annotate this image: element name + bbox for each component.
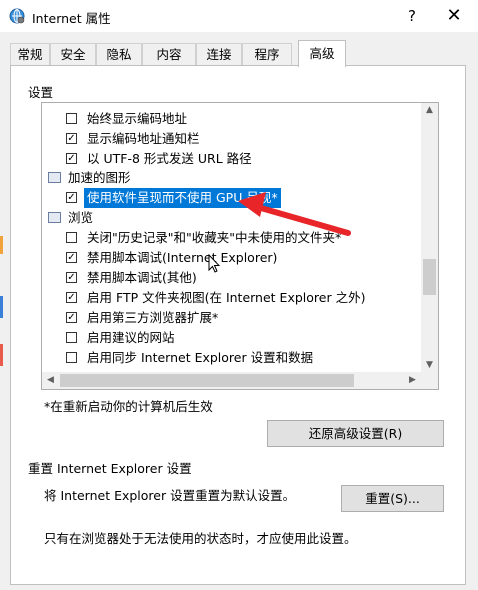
- edge-strip: [0, 296, 3, 318]
- tab-general[interactable]: 常规: [10, 43, 50, 66]
- vertical-scroll-thumb[interactable]: [423, 259, 436, 295]
- settings-label: 设置: [28, 85, 54, 100]
- tab-advanced[interactable]: 高级: [298, 40, 346, 67]
- checkbox-unchecked[interactable]: [66, 232, 77, 243]
- scroll-up-icon[interactable]: ▲: [421, 105, 438, 115]
- tab-security[interactable]: 安全: [50, 43, 96, 66]
- scroll-down-icon[interactable]: ▼: [421, 360, 438, 370]
- category-icon: [48, 172, 61, 183]
- checkbox-checked[interactable]: ✓: [66, 312, 77, 323]
- help-button[interactable]: ?: [400, 4, 424, 28]
- checkbox-checked[interactable]: ✓: [66, 252, 77, 263]
- tab-privacy[interactable]: 隐私: [96, 43, 142, 66]
- mouse-cursor-icon: [208, 254, 220, 273]
- reset-group-label: 重置 Internet Explorer 设置: [28, 461, 192, 476]
- category-icon: [48, 212, 61, 223]
- tab-programs[interactable]: 程序: [242, 43, 292, 66]
- edge-strip: [0, 344, 3, 366]
- checkbox-unchecked[interactable]: [66, 332, 77, 343]
- checkbox-checked[interactable]: ✓: [66, 272, 77, 283]
- settings-tree[interactable]: 始终显示编码地址 ✓ 显示编码地址通知栏 ✓ 以 UTF-8 形式发送 URL …: [41, 102, 439, 390]
- window-title: Internet 属性: [32, 11, 111, 26]
- scroll-left-icon[interactable]: ◀: [42, 375, 59, 385]
- close-button[interactable]: ✕: [440, 4, 468, 28]
- tab-content[interactable]: 内容: [142, 43, 196, 66]
- reset-button[interactable]: 重置(S)...: [341, 485, 444, 512]
- checkbox-checked[interactable]: ✓: [66, 192, 77, 203]
- checkbox-checked[interactable]: ✓: [66, 133, 77, 144]
- reset-warning: 只有在浏览器处于无法使用的状态时，才应使用此设置。: [44, 531, 357, 546]
- horizontal-scrollbar[interactable]: ◀ ▶: [42, 372, 421, 389]
- checkbox-unchecked[interactable]: [66, 113, 77, 124]
- scroll-corner: [421, 372, 438, 389]
- checkbox-checked[interactable]: ✓: [66, 292, 77, 303]
- restore-advanced-settings-button[interactable]: 还原高级设置(R): [267, 420, 444, 447]
- reset-description: 将 Internet Explorer 设置重置为默认设置。: [44, 488, 296, 503]
- edge-strip: [0, 236, 3, 254]
- scroll-right-icon[interactable]: ▶: [404, 375, 421, 385]
- title-bar: Internet 属性 ? ✕: [0, 0, 478, 32]
- checkbox-unchecked[interactable]: [66, 352, 77, 363]
- checkbox-checked[interactable]: ✓: [66, 153, 77, 164]
- internet-options-icon: [9, 8, 25, 24]
- tab-connections[interactable]: 连接: [196, 43, 242, 66]
- restart-note: *在重新启动你的计算机后生效: [44, 399, 213, 414]
- horizontal-scroll-thumb[interactable]: [60, 374, 354, 387]
- vertical-scrollbar[interactable]: ▲ ▼: [421, 103, 438, 372]
